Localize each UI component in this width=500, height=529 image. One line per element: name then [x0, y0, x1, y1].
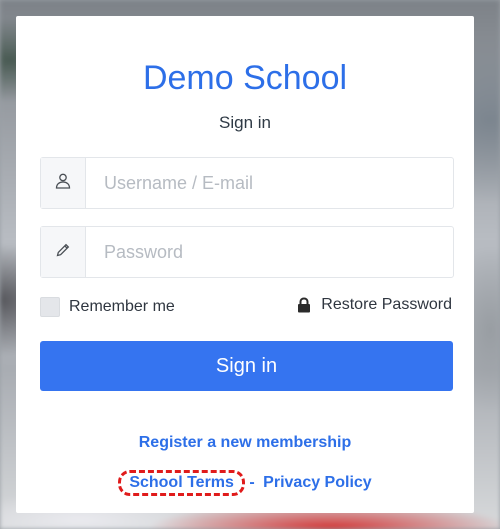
user-icon: [54, 172, 72, 195]
link-separator: -: [249, 474, 255, 491]
pencil-icon: [55, 242, 71, 263]
restore-password-label: Restore Password: [321, 296, 452, 313]
username-input[interactable]: [86, 158, 453, 208]
privacy-policy-link[interactable]: Privacy Policy: [263, 474, 372, 491]
register-membership-link[interactable]: Register a new membership: [16, 434, 474, 452]
password-input[interactable]: [86, 227, 453, 277]
remember-me-option[interactable]: Remember me: [40, 297, 175, 317]
login-card: Demo School Sign in Remember me: [16, 16, 474, 513]
restore-password-link[interactable]: Restore Password: [297, 296, 452, 314]
sign-in-button[interactable]: Sign in: [40, 341, 453, 391]
remember-me-label: Remember me: [69, 298, 175, 315]
password-addon: [41, 227, 86, 277]
footer-links: School Terms - Privacy Policy: [16, 470, 474, 496]
remember-me-checkbox[interactable]: [40, 297, 60, 317]
app-title: Demo School: [142, 59, 348, 97]
username-field: [40, 157, 454, 209]
form-heading: Sign in: [219, 113, 271, 132]
lock-icon: [297, 297, 311, 313]
password-field: [40, 226, 454, 278]
school-terms-link[interactable]: School Terms: [118, 470, 245, 496]
username-addon: [41, 158, 86, 208]
